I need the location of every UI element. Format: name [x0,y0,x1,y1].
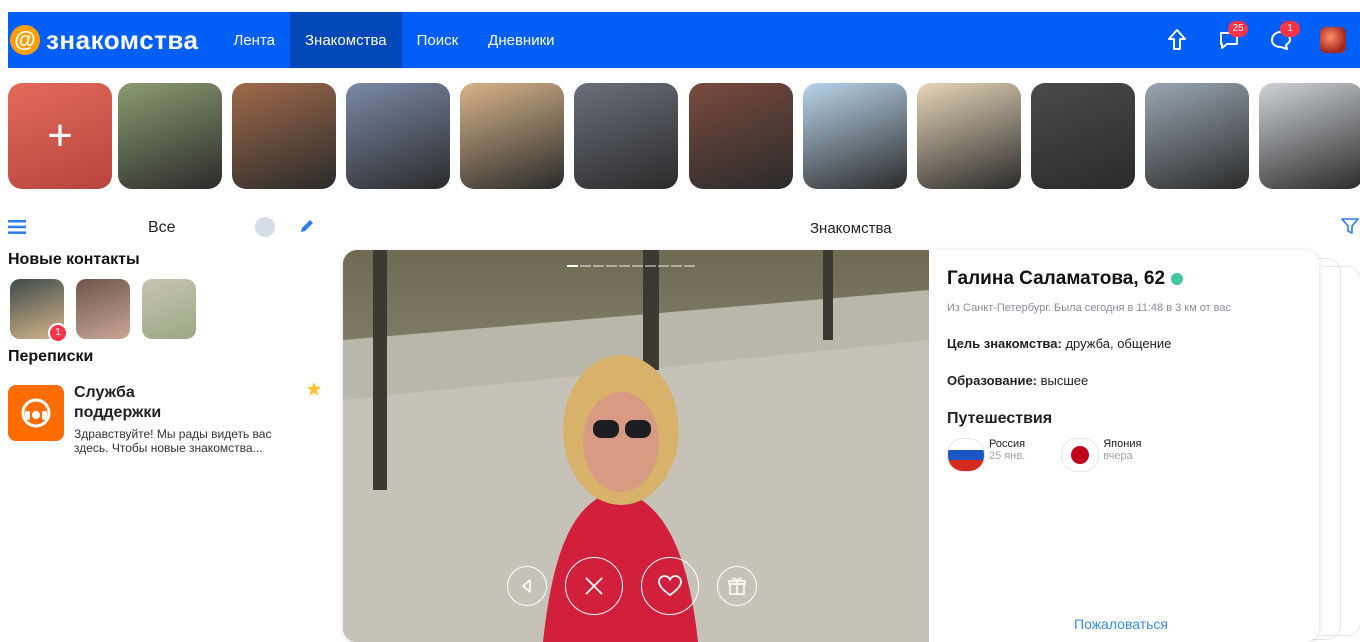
filter-funnel-icon[interactable] [1340,216,1360,241]
travel-countries: Россия 25 янв. Япония вчера [947,438,1307,472]
new-contacts-list: 1 [10,279,208,343]
contact-badge: 1 [48,323,68,343]
support-preview: Здравствуйте! Мы рады видеть вас здесь. … [74,427,272,455]
education: Образование: высшее [947,373,1307,388]
menu-icon[interactable] [8,219,26,240]
notifications-icon[interactable]: 1 [1266,21,1300,55]
country-date: 25 янв. [989,450,1026,462]
favorite-star-icon[interactable] [306,381,322,402]
upload-icon[interactable] [1162,25,1192,55]
profile-name: Галина Саламатова, 62 [947,268,1166,289]
story-thumbnail[interactable] [1145,83,1249,189]
chats-title: Переписки [8,348,94,365]
photo-dot[interactable] [645,265,656,267]
story-thumbnail[interactable] [1031,83,1135,189]
user-avatar[interactable] [1318,25,1348,55]
story-thumbnail[interactable] [917,83,1021,189]
online-indicator [1171,273,1184,285]
skip-button[interactable] [565,557,623,615]
country-name: Япония [1103,438,1142,450]
filter-row: Все [8,215,328,241]
nav-feed[interactable]: Лента [218,12,290,68]
education-label: Образование: [947,373,1038,388]
country-date: вчера [1103,450,1133,462]
education-value: высшее [1037,373,1089,388]
close-icon [585,577,603,595]
story-thumbnail[interactable] [346,83,450,189]
filter-all-dropdown[interactable]: Все [148,219,176,237]
new-contact-avatar[interactable] [76,279,130,339]
story-thumbnail[interactable] [232,83,336,189]
top-icons: 25 1 [1140,12,1348,68]
profile-name-row: Галина Саламатова, 62 [947,268,1307,290]
goal-label: Цель знакомства: [947,336,1062,351]
add-story-button[interactable]: + [8,83,112,189]
travel-title: Путешествия [947,410,1053,427]
user-avatar-image [1320,27,1346,53]
photo-dot[interactable] [606,265,617,267]
main-nav: Лента Знакомства Поиск Дневники [218,12,569,68]
headset-icon [21,398,51,428]
country-item[interactable]: Япония вчера [1061,438,1141,472]
country-name: Россия [989,438,1026,450]
photo-dot[interactable] [684,265,695,267]
dating-goal: Цель знакомства: дружба, общение [947,336,1307,351]
photo-dot[interactable] [593,265,604,267]
photo-dot[interactable] [658,265,669,267]
gift-button[interactable] [717,566,757,606]
nav-search[interactable]: Поиск [402,12,474,68]
profile-photo[interactable] [343,250,929,642]
stories-row: + [8,83,1360,189]
photo-dot[interactable] [580,265,591,267]
heart-icon [658,575,682,597]
messages-badge: 25 [1228,21,1248,37]
back-button[interactable] [507,566,547,606]
support-avatar [8,385,64,441]
page-title: Знакомства [810,220,892,237]
goal-value: дружба, общение [1061,336,1172,351]
like-button[interactable] [641,557,699,615]
profile-info: Галина Саламатова, 62 Из Санкт-Петербург… [947,268,1307,472]
story-thumbnail[interactable] [460,83,564,189]
story-thumbnail[interactable] [1259,83,1360,189]
new-contacts-title: Новые контакты [8,251,140,268]
report-link[interactable]: Пожаловаться [1074,616,1168,632]
status-circle-icon[interactable] [255,217,275,237]
support-name: Служба поддержки [74,384,162,421]
story-thumbnail[interactable] [803,83,907,189]
photo-pagination [567,265,697,267]
story-thumbnail[interactable] [574,83,678,189]
messages-icon[interactable]: 25 [1214,21,1248,55]
top-bar: @ знакомства Лента Знакомства Поиск Днев… [8,12,1360,68]
country-item[interactable]: Россия 25 янв. [947,438,1025,472]
logo[interactable]: @ знакомства [10,25,198,56]
back-arrow-icon [522,579,531,593]
compose-pencil-icon[interactable] [298,217,316,240]
profile-card: Галина Саламатова, 62 Из Санкт-Петербург… [343,250,1319,642]
gift-icon [728,577,746,595]
logo-at-icon: @ [10,25,40,55]
photo-dot[interactable] [619,265,630,267]
profile-subtitle: Из Санкт-Петербург. Была сегодня в 11:48… [947,302,1232,314]
plus-icon: + [47,111,73,160]
left-panel: Все Новые контакты 1 Переписки Служба по… [0,205,330,642]
russia-flag-icon [947,438,985,472]
photo-dot[interactable] [671,265,682,267]
photo-dot[interactable] [632,265,643,267]
new-contact-avatar[interactable] [142,279,196,339]
photo-dot[interactable] [567,265,578,267]
notifications-badge: 1 [1280,21,1300,37]
story-thumbnail[interactable] [118,83,222,189]
new-contact-avatar[interactable]: 1 [10,279,68,343]
nav-dating[interactable]: Знакомства [290,12,402,68]
story-thumbnail[interactable] [689,83,793,189]
nav-diaries[interactable]: Дневники [473,12,569,68]
logo-text: знакомства [46,24,199,55]
japan-flag-icon [1061,438,1100,472]
profile-actions [507,557,775,615]
